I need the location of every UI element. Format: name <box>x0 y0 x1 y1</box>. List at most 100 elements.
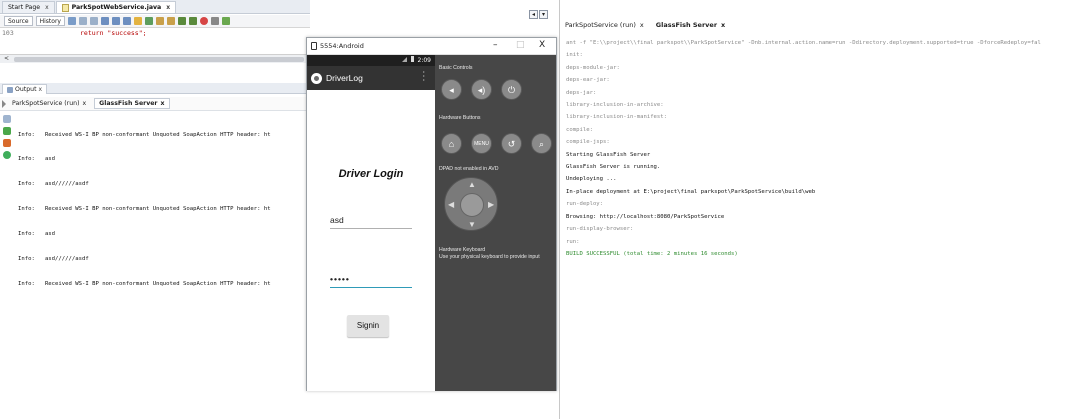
log-line: deps-ear-jar: <box>566 77 610 84</box>
status-bar: 2:09 <box>307 55 435 66</box>
minimize-button[interactable]: – <box>493 40 498 50</box>
app-action-bar: DriverLog · · · <box>307 66 435 90</box>
code-editor[interactable]: 103 return "success"; <box>0 29 310 54</box>
volume-down-icon[interactable]: ◂ <box>441 79 462 100</box>
tab-start-page[interactable]: Start Page x <box>2 1 55 13</box>
dpad-control[interactable]: ▲ ▼ ◀ ▶ <box>444 177 498 231</box>
tab-parkspotservice-run[interactable]: ParkSpotService (run) x <box>8 99 90 108</box>
close-icon[interactable]: x <box>39 85 43 95</box>
tab-label: ParkSpotWebService.java <box>71 3 162 11</box>
stop-macro-icon[interactable] <box>210 17 219 25</box>
dpad-up-icon[interactable]: ▲ <box>468 180 476 189</box>
hardware-buttons-label: Hardware Buttons <box>439 115 481 121</box>
home-icon[interactable]: ⌂ <box>441 133 462 154</box>
shift-right-icon[interactable] <box>166 17 175 25</box>
log-line: compile: <box>566 126 593 133</box>
search-icon[interactable]: ⌕ <box>531 133 552 154</box>
overflow-menu-icon[interactable]: · · · <box>422 69 425 85</box>
dpad-right-icon[interactable]: ▶ <box>488 200 494 209</box>
java-file-icon <box>61 3 69 12</box>
stop-icon[interactable] <box>3 139 11 147</box>
diff-icon[interactable] <box>221 17 230 25</box>
run-icon[interactable] <box>3 127 11 135</box>
close-icon[interactable]: x <box>640 21 644 29</box>
signal-icon <box>401 57 407 62</box>
output-window-header: Output x <box>0 83 310 94</box>
close-icon[interactable]: x <box>161 100 165 107</box>
editor-toolbar: Source History <box>0 15 310 28</box>
log-line: run: <box>566 238 580 245</box>
build-output-log: ant -f "E:\\project\\final parkspot\\Par… <box>566 37 1066 260</box>
nav-left-icon[interactable]: ◂ <box>529 10 538 19</box>
log-line: Info: Received WS-I BP non-conformant Un… <box>18 206 271 213</box>
dpad-left-icon[interactable]: ◀ <box>448 200 454 209</box>
output-subtabs: ParkSpotService (run) x GlassFish Server… <box>0 97 310 111</box>
tab-label: GlassFish Server <box>99 100 158 107</box>
find-next-icon[interactable] <box>122 17 131 25</box>
log-line: deps-module-jar: <box>566 64 620 71</box>
phone-screen[interactable]: 2:09 DriverLog · · · Driver Login asd ••••… <box>307 55 435 391</box>
close-icon[interactable]: x <box>721 21 725 29</box>
close-button[interactable]: X <box>539 40 545 50</box>
tab-label: ParkSpotService (run) <box>565 20 636 29</box>
username-field[interactable]: asd <box>330 215 412 229</box>
rerun-icon[interactable] <box>3 115 11 123</box>
emulator-controls-panel: Basic Controls ◂ ◂) ⏻ Hardware Buttons ⌂… <box>435 55 556 391</box>
tab-parkspotservice-run[interactable]: ParkSpotService (run) x <box>562 20 647 30</box>
toggle-highlight-icon[interactable] <box>133 17 142 25</box>
close-icon[interactable]: x <box>83 100 87 107</box>
dpad-label: DPAD not enabled in AVD <box>439 166 499 172</box>
power-icon[interactable]: ⏻ <box>501 79 522 100</box>
editor-horizontal-scrollbar[interactable]: < <box>0 54 310 63</box>
back-icon[interactable]: ↺ <box>501 133 522 154</box>
tab-parkspotwebservice-java[interactable]: ParkSpotWebService.java x <box>55 1 177 14</box>
log-line: Info: asd <box>18 231 56 238</box>
forward-icon[interactable] <box>89 17 98 25</box>
scrollbar-thumb[interactable] <box>14 57 304 62</box>
log-line: run-deploy: <box>566 201 604 208</box>
log-line: Info: Received WS-I BP non-conformant Un… <box>18 131 271 138</box>
shift-left-icon[interactable] <box>155 17 164 25</box>
menu-button[interactable]: MENU <box>471 133 492 154</box>
log-line: Info: asd//////asdf <box>18 181 89 188</box>
last-edit-icon[interactable] <box>67 17 76 25</box>
scroll-left-icon[interactable]: < <box>4 55 9 62</box>
window-nav-buttons: ◂ ▾ <box>529 10 548 19</box>
log-line: BUILD SUCCESSFUL (total time: 2 minutes … <box>566 250 738 257</box>
record-macro-icon[interactable] <box>199 17 208 25</box>
log-line: library-inclusion-in-archive: <box>566 102 664 109</box>
tab-output[interactable]: Output x <box>2 84 48 95</box>
maximize-button[interactable]: □ <box>516 40 525 50</box>
tab-label: GlassFish Server <box>655 20 718 29</box>
log-line: Info: asd//////asdf <box>18 256 89 263</box>
uncomment-icon[interactable] <box>188 17 197 25</box>
toggle-bookmark-icon[interactable] <box>144 17 153 25</box>
password-field[interactable]: ••••• <box>330 274 412 288</box>
dpad-down-icon[interactable]: ▼ <box>468 220 476 229</box>
tab-glassfish-server[interactable]: GlassFish Server x <box>94 98 170 109</box>
tab-label: Start Page <box>8 3 41 11</box>
dpad-center[interactable] <box>460 193 484 217</box>
signin-button[interactable]: Signin <box>347 315 389 337</box>
app-title: DriverLog <box>326 73 363 83</box>
close-icon[interactable]: x <box>45 2 49 14</box>
back-icon[interactable] <box>78 17 87 25</box>
find-icon[interactable] <box>100 17 109 25</box>
tab-glassfish-server[interactable]: GlassFish Server x <box>653 20 728 30</box>
history-button[interactable]: History <box>35 16 65 26</box>
log-line: In-place deployment at E:\project\final … <box>566 188 816 195</box>
app-logo-icon <box>311 72 322 84</box>
tab-label: ParkSpotService (run) <box>12 100 80 107</box>
nav-down-icon[interactable]: ▾ <box>539 10 548 19</box>
refresh-icon[interactable] <box>3 151 11 159</box>
battery-icon <box>410 56 414 62</box>
find-previous-icon[interactable] <box>111 17 120 25</box>
volume-up-icon[interactable]: ◂) <box>471 79 492 100</box>
emulator-titlebar[interactable]: 5554:Android – □ X <box>307 38 556 55</box>
output-expand-icon[interactable] <box>2 100 6 108</box>
line-number: 103 <box>2 29 14 37</box>
log-line: init: <box>566 52 583 59</box>
close-icon[interactable]: x <box>166 2 170 14</box>
source-button[interactable]: Source <box>4 16 33 26</box>
comment-icon[interactable] <box>177 17 186 25</box>
